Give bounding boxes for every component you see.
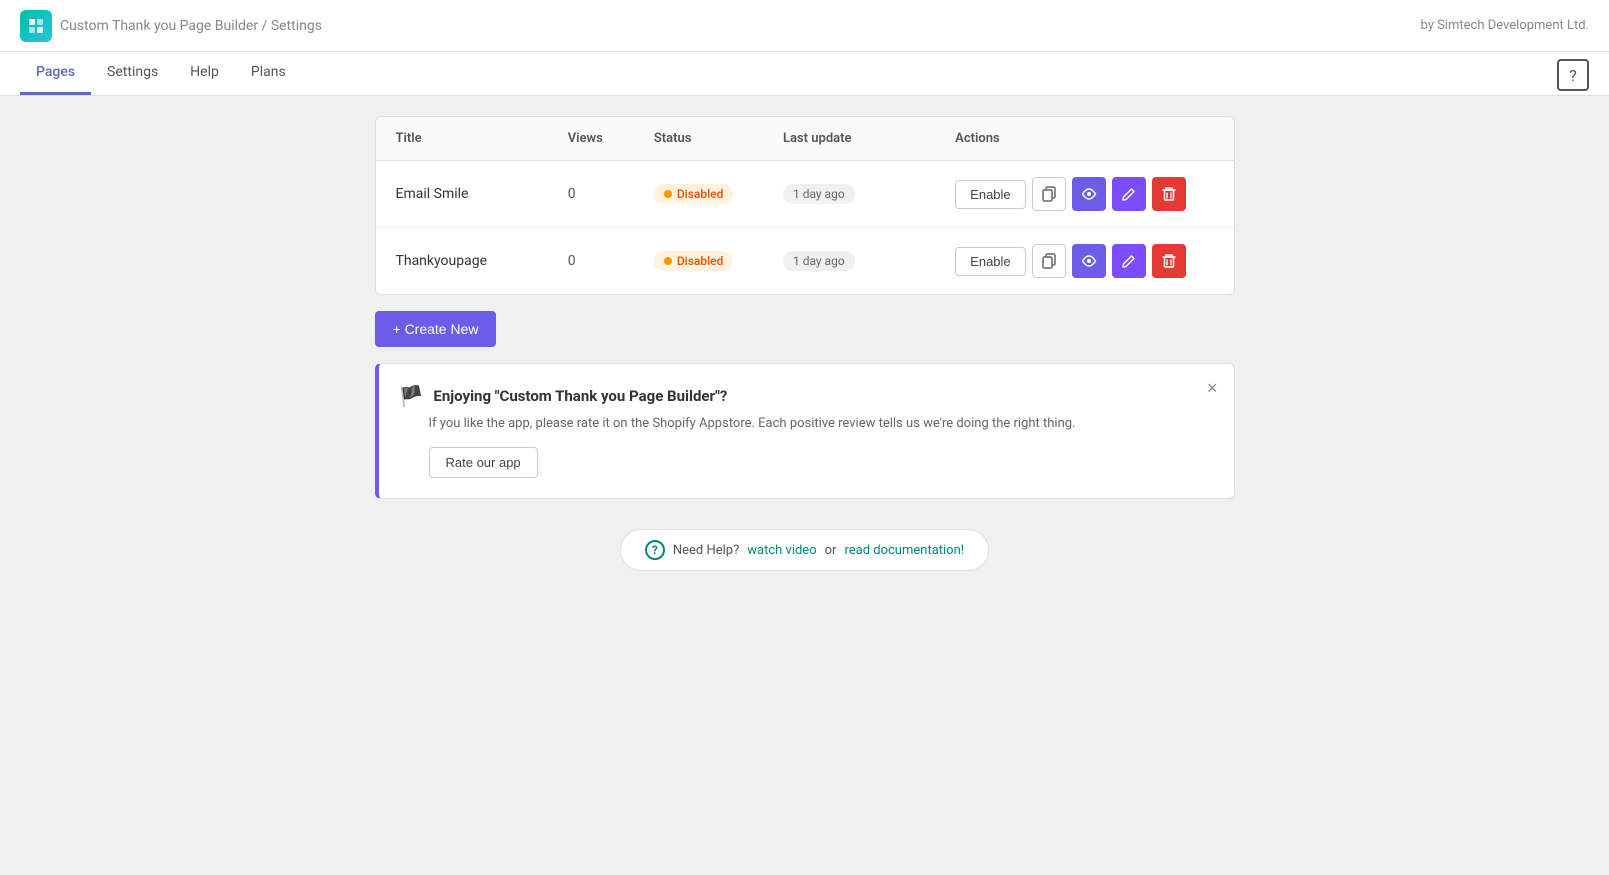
row1-title: Email Smile [396, 186, 568, 202]
main-content: Title Views Status Last update Actions E… [355, 96, 1255, 591]
notification-header: 🏴 Enjoying "Custom Thank you Page Builde… [399, 384, 1214, 408]
trash-icon [1162, 253, 1176, 269]
row2-edit-button[interactable] [1112, 244, 1146, 278]
tab-plans[interactable]: Plans [235, 52, 302, 95]
help-icon-button[interactable]: ? [1557, 59, 1589, 91]
tab-pages[interactable]: Pages [20, 52, 91, 95]
row1-last-update: 1 day ago [783, 184, 955, 204]
row2-status-label: Disabled [677, 254, 724, 268]
row2-copy-button[interactable] [1032, 244, 1066, 278]
help-circle-icon: ? [645, 540, 665, 560]
rate-app-button[interactable]: Rate our app [429, 447, 538, 478]
tab-settings[interactable]: Settings [91, 52, 174, 95]
row2-actions: Enable [955, 244, 1213, 278]
status-dot [664, 257, 672, 265]
page-name: Settings [271, 18, 322, 34]
notification-close-button[interactable]: × [1207, 378, 1218, 399]
row1-edit-button[interactable] [1112, 177, 1146, 211]
help-bubble: ? Need Help? watch video or read documen… [620, 529, 989, 571]
row2-enable-button[interactable]: Enable [955, 247, 1025, 276]
col-title: Title [396, 131, 568, 146]
status-dot [664, 190, 672, 198]
app-logo-icon [20, 10, 52, 42]
row1-enable-button[interactable]: Enable [955, 180, 1025, 209]
read-docs-link[interactable]: read documentation! [844, 543, 964, 558]
app-title: Custom Thank you Page Builder / Settings [60, 18, 322, 34]
row1-actions: Enable [955, 177, 1213, 211]
pages-table-card: Title Views Status Last update Actions E… [375, 116, 1235, 295]
notification-text: If you like the app, please rate it on t… [429, 416, 1214, 431]
row2-update-badge: 1 day ago [783, 251, 855, 271]
watch-video-link[interactable]: watch video [747, 543, 816, 558]
top-bar: Custom Thank you Page Builder / Settings… [0, 0, 1609, 52]
nav-tabs: Pages Settings Help Plans ? [0, 52, 1609, 96]
notification-card: × 🏴 Enjoying "Custom Thank you Page Buil… [375, 363, 1235, 499]
row2-last-update: 1 day ago [783, 251, 955, 271]
row1-copy-button[interactable] [1032, 177, 1066, 211]
row1-view-button[interactable] [1072, 177, 1106, 211]
help-footer: ? Need Help? watch video or read documen… [375, 529, 1235, 571]
help-or-text: or [825, 543, 837, 558]
col-actions: Actions [955, 131, 1213, 146]
col-last-update: Last update [783, 131, 955, 146]
row2-title: Thankyoupage [396, 253, 568, 269]
trash-icon [1162, 186, 1176, 202]
row1-status-label: Disabled [677, 187, 724, 201]
row1-update-badge: 1 day ago [783, 184, 855, 204]
company-credit: by Simtech Development Ltd. [1420, 18, 1589, 33]
row1-delete-button[interactable] [1152, 177, 1186, 211]
table-row: Email Smile 0 Disabled 1 day ago Enable [376, 161, 1234, 228]
help-text: Need Help? [673, 543, 739, 558]
copy-icon [1041, 186, 1057, 202]
edit-icon [1121, 187, 1136, 202]
table-row: Thankyoupage 0 Disabled 1 day ago Enable [376, 228, 1234, 294]
col-views: Views [568, 131, 654, 146]
row2-delete-button[interactable] [1152, 244, 1186, 278]
col-status: Status [654, 131, 783, 146]
nav-tabs-list: Pages Settings Help Plans [20, 52, 302, 95]
edit-icon [1121, 254, 1136, 269]
app-brand: Custom Thank you Page Builder / Settings [20, 10, 322, 42]
tab-help[interactable]: Help [174, 52, 235, 95]
copy-icon [1041, 253, 1057, 269]
row2-status: Disabled [654, 251, 783, 271]
row2-views: 0 [568, 253, 654, 269]
row1-views: 0 [568, 186, 654, 202]
flag-icon: 🏴 [399, 384, 424, 408]
eye-icon [1081, 255, 1097, 267]
table-header: Title Views Status Last update Actions [376, 117, 1234, 161]
row1-status: Disabled [654, 184, 783, 204]
separator: / [258, 18, 271, 34]
row2-view-button[interactable] [1072, 244, 1106, 278]
app-title-text: Custom Thank you Page Builder [60, 18, 258, 34]
notification-title: Enjoying "Custom Thank you Page Builder"… [433, 387, 727, 405]
create-new-button[interactable]: + Create New [375, 311, 497, 347]
eye-icon [1081, 188, 1097, 200]
